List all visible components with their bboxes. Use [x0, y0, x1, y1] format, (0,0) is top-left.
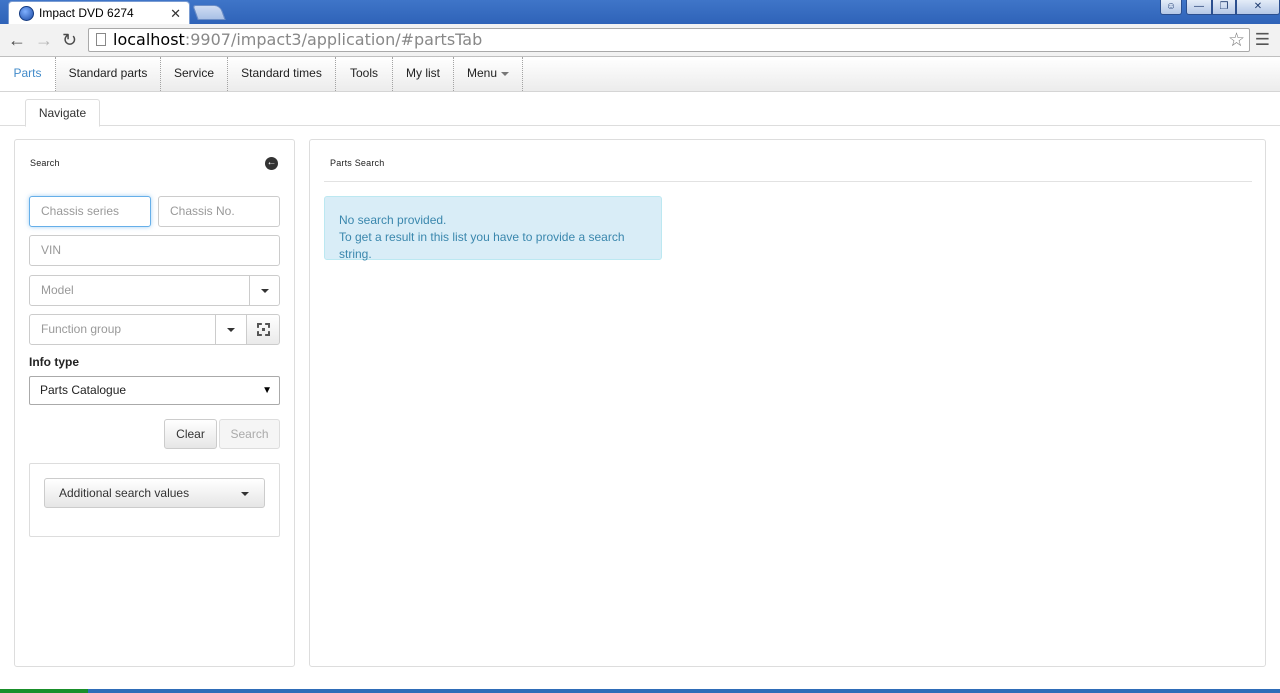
address-bar[interactable]: localhost:9907/impact3/application/#part… [88, 28, 1250, 52]
nav-menu-label: Menu [466, 66, 498, 80]
browser-menu-icon[interactable]: ☰ [1255, 29, 1270, 51]
additional-values-well: Additional search values [29, 463, 280, 537]
chevron-down-icon [260, 288, 269, 293]
page-icon [96, 33, 106, 46]
collapse-arrow-icon[interactable]: ← [265, 157, 278, 170]
model-input[interactable]: Model [29, 275, 250, 306]
function-group-dropdown-button[interactable] [215, 314, 247, 345]
chevron-down-icon [501, 71, 510, 76]
alert-line-2: To get a result in this list you have to… [339, 230, 625, 261]
close-icon[interactable]: ✕ [1236, 0, 1280, 15]
results-panel: Parts Search No search provided. To get … [309, 139, 1266, 667]
globe-icon [19, 5, 34, 21]
close-tab-icon[interactable]: ✕ [170, 7, 181, 20]
url-host: localhost [113, 30, 185, 49]
nav-my-list-label: My list [406, 66, 440, 80]
nav-my-list[interactable]: My list [393, 57, 454, 91]
vin-input[interactable]: VIN [29, 235, 280, 266]
sub-tabs: Navigate [0, 92, 1280, 127]
model-dropdown-button[interactable] [249, 275, 280, 306]
alert-line-1: No search provided. [339, 213, 447, 227]
tab-title: Impact DVD 6274 [39, 6, 134, 20]
info-type-select[interactable]: Parts Catalogue ▼ [29, 376, 280, 405]
tab-navigate[interactable]: Navigate [25, 99, 100, 127]
browser-toolbar: ← → ↻ localhost:9907/impact3/application… [0, 24, 1280, 57]
info-type-label: Info type [29, 355, 79, 369]
user-icon[interactable]: ☺ [1160, 0, 1182, 15]
select-area-icon [256, 323, 270, 337]
info-alert: No search provided. To get a result in t… [324, 196, 662, 261]
info-type-value: Parts Catalogue [40, 383, 127, 397]
forward-arrow-icon[interactable]: → [35, 29, 53, 51]
nav-tools[interactable]: Tools [336, 57, 393, 91]
dropdown-arrow-icon: ▼ [262, 385, 272, 396]
nav-standard-parts[interactable]: Standard parts [56, 57, 161, 91]
search-panel: Search ← Chassis series Chassis No. VIN … [14, 139, 295, 667]
minimize-icon[interactable]: — [1186, 0, 1212, 15]
chassis-series-input[interactable]: Chassis series [29, 196, 151, 227]
function-group-picker-button[interactable] [246, 314, 280, 345]
nav-parts-label: Parts [13, 66, 42, 80]
nav-service[interactable]: Service [161, 57, 228, 91]
nav-service-label: Service [173, 66, 214, 80]
chevron-down-icon [227, 327, 235, 332]
additional-search-values-label: Additional search values [59, 486, 190, 500]
results-panel-title: Parts Search [330, 158, 385, 168]
url-path: :9907/impact3/application/#partsTab [184, 30, 483, 49]
taskbar-edge [0, 689, 1280, 693]
chevron-down-icon [241, 492, 249, 496]
app-navbar: Parts Standard parts Service Standard ti… [0, 57, 1280, 92]
browser-tab[interactable]: Impact DVD 6274 ✕ [8, 1, 190, 24]
nav-menu[interactable]: Menu [454, 57, 523, 91]
nav-standard-times[interactable]: Standard times [228, 57, 336, 91]
reload-icon[interactable]: ↻ [62, 29, 77, 51]
clear-button[interactable]: Clear [164, 419, 217, 449]
back-arrow-icon[interactable]: ← [8, 29, 26, 51]
window-controls: ☺ — ❐ ✕ [1160, 0, 1280, 16]
function-group-input[interactable]: Function group [29, 314, 216, 345]
bookmark-star-icon[interactable]: ☆ [1228, 29, 1245, 51]
chassis-no-input[interactable]: Chassis No. [158, 196, 280, 227]
divider [324, 181, 1252, 182]
restore-icon[interactable]: ❐ [1212, 0, 1236, 15]
browser-titlebar: Impact DVD 6274 ✕ ☺ — ❐ ✕ [0, 0, 1280, 24]
search-panel-title: Search [30, 158, 60, 168]
nav-tools-label: Tools [349, 66, 378, 80]
nav-standard-times-label: Standard times [241, 66, 322, 80]
nav-standard-parts-label: Standard parts [68, 66, 148, 80]
search-button[interactable]: Search [219, 419, 280, 449]
nav-parts[interactable]: Parts [0, 57, 56, 91]
new-tab-button[interactable] [192, 5, 226, 20]
additional-search-values-button[interactable]: Additional search values [44, 478, 265, 508]
